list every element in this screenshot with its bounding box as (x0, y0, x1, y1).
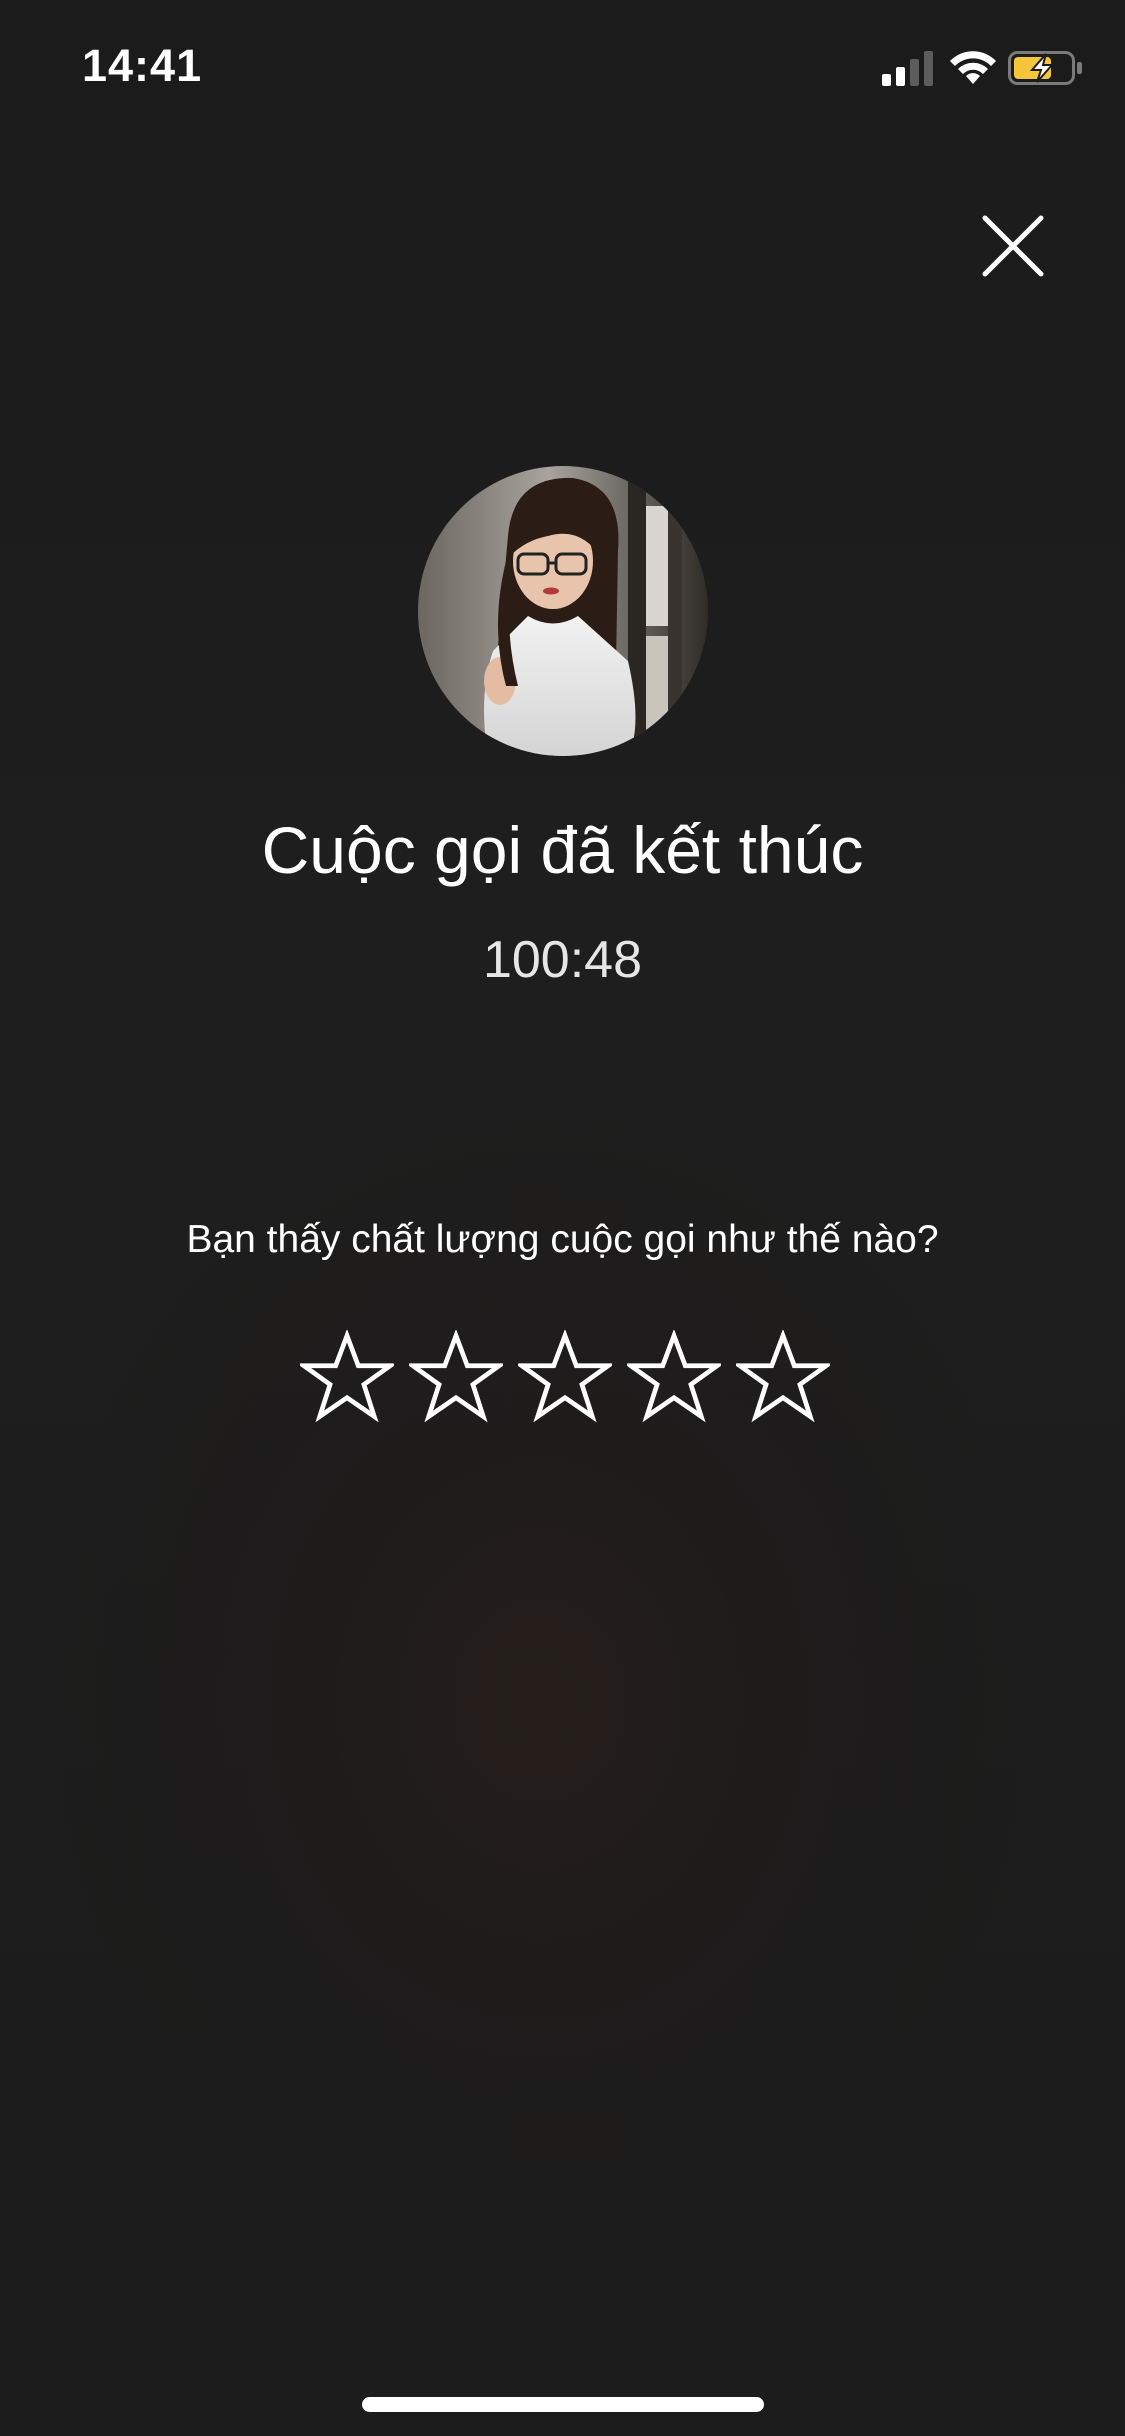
status-time: 14:41 (82, 40, 203, 91)
call-ended-screen: 14:41 Cuộc gọi đã kết thúc 100:48 Bạn th… (0, 0, 1125, 2436)
star-2-button[interactable] (409, 1330, 503, 1424)
call-duration: 100:48 (482, 931, 643, 989)
close-icon (982, 215, 1044, 277)
star-5-button[interactable] (736, 1330, 830, 1424)
home-indicator[interactable] (362, 2397, 764, 2412)
star-rating (300, 1330, 830, 1430)
rating-question: Bạn thấy chất lượng cuộc gọi như thế nào… (186, 1218, 939, 1261)
star-outline-icon (627, 1330, 721, 1423)
star-outline-icon (300, 1330, 394, 1423)
wifi-icon (950, 51, 996, 84)
star-outline-icon (409, 1330, 503, 1423)
star-4-button[interactable] (627, 1330, 721, 1424)
call-ended-title: Cuộc gọi đã kết thúc (261, 813, 864, 887)
star-3-button[interactable] (518, 1330, 612, 1424)
star-outline-icon (518, 1330, 612, 1423)
status-bar: 14:41 (0, 0, 1125, 140)
cellular-signal-icon (882, 51, 933, 86)
star-outline-icon (736, 1330, 830, 1423)
star-1-button[interactable] (300, 1330, 394, 1424)
close-button[interactable] (975, 208, 1051, 284)
battery-charging-icon (1008, 51, 1082, 85)
caller-avatar (418, 466, 708, 756)
